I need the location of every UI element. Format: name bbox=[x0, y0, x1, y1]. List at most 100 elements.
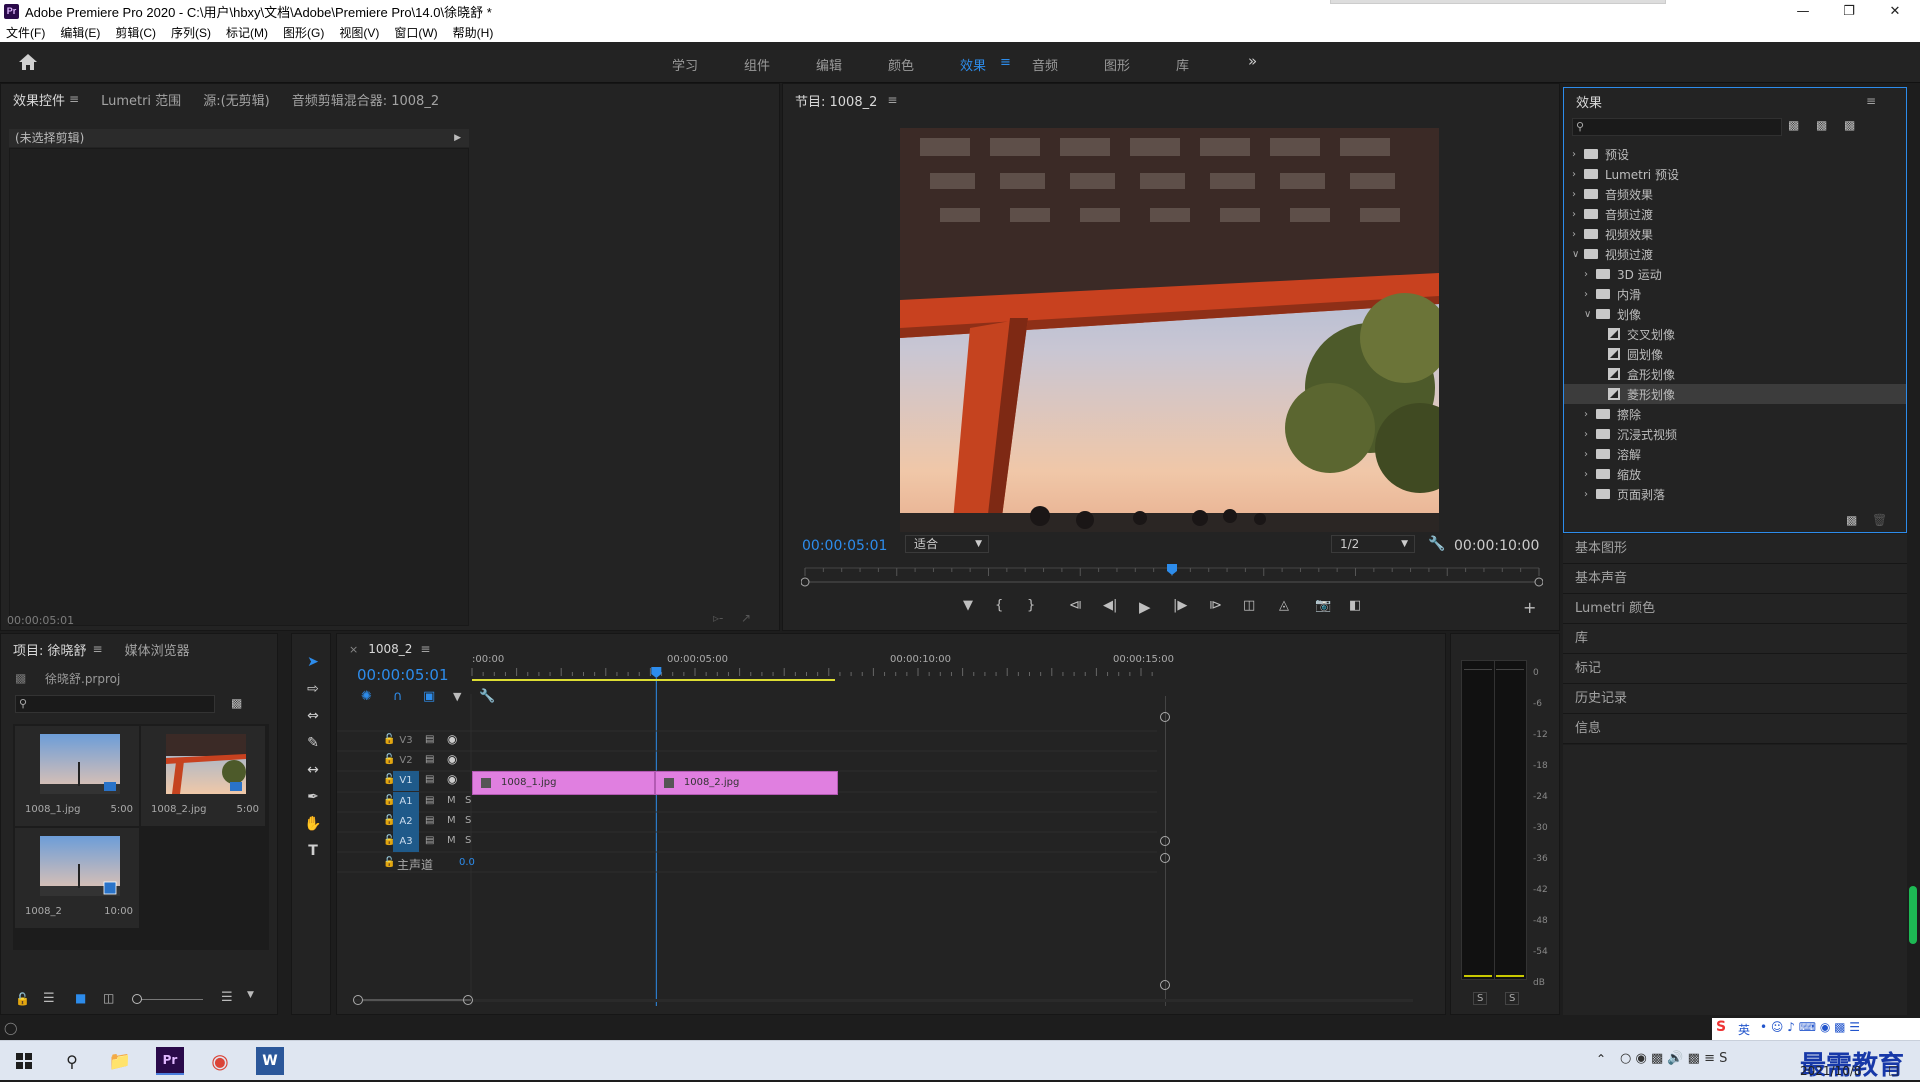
extract-icon[interactable]: ◬ bbox=[1279, 598, 1289, 613]
chevron-right-icon[interactable]: › bbox=[1572, 229, 1584, 240]
workspace-tab-effects[interactable]: 效果 bbox=[960, 55, 986, 74]
workspace-tab-audio[interactable]: 音频 bbox=[1032, 55, 1058, 74]
side-panel-markers[interactable]: 标记 bbox=[1563, 654, 1907, 684]
sync-lock-icon[interactable]: ▤ bbox=[425, 835, 434, 846]
menu-clip[interactable]: 剪辑(C) bbox=[115, 24, 156, 41]
effects-search-input[interactable]: ⚲ bbox=[1572, 118, 1782, 136]
play-icon[interactable]: ▶ bbox=[1139, 598, 1151, 616]
step-back-icon[interactable]: ◀| bbox=[1103, 598, 1117, 613]
menu-file[interactable]: 文件(F) bbox=[6, 24, 45, 41]
menu-graphics[interactable]: 图形(G) bbox=[283, 24, 324, 41]
menu-sequence[interactable]: 序列(S) bbox=[171, 24, 211, 41]
menu-markers[interactable]: 标记(M) bbox=[226, 24, 268, 41]
track-target-button[interactable]: V1 bbox=[393, 771, 419, 791]
effects-tree-item[interactable]: ∨ 视频过渡 bbox=[1564, 244, 1906, 264]
mark-out-icon[interactable]: } bbox=[1027, 598, 1035, 613]
solo-button[interactable]: S bbox=[465, 795, 471, 806]
eye-icon[interactable]: ◉ bbox=[447, 732, 457, 746]
tab-source[interactable]: 源:(无剪辑) bbox=[203, 90, 270, 109]
slip-tool-icon[interactable]: ↔ bbox=[303, 762, 323, 778]
side-panel-info[interactable]: 信息 bbox=[1563, 714, 1907, 744]
chevron-right-icon[interactable]: › bbox=[1584, 269, 1596, 280]
freeform-view-icon[interactable]: ◫ bbox=[103, 991, 114, 1005]
program-playhead-timecode[interactable]: 00:00:05:01 bbox=[802, 538, 887, 554]
pen-tool-icon[interactable]: ✒ bbox=[303, 789, 323, 805]
solo-button[interactable]: S bbox=[465, 815, 471, 826]
effects-tree-item[interactable]: › 页面剥落 bbox=[1564, 484, 1906, 504]
lock-icon[interactable]: 🔓 bbox=[15, 992, 30, 1006]
chevron-down-icon[interactable]: ∨ bbox=[1572, 249, 1584, 260]
tab-lumetri-scopes[interactable]: Lumetri 范围 bbox=[101, 90, 181, 109]
chevron-right-icon[interactable]: › bbox=[1572, 149, 1584, 160]
export-icon[interactable]: ↗ bbox=[741, 611, 751, 625]
zoom-slider[interactable] bbox=[132, 994, 203, 1004]
new-bin-icon[interactable]: ▩ bbox=[1846, 513, 1857, 527]
chevron-right-icon[interactable]: › bbox=[1584, 409, 1596, 420]
effects-tree-item[interactable]: › Lumetri 预设 bbox=[1564, 164, 1906, 184]
side-panel-history[interactable]: 历史记录 bbox=[1563, 684, 1907, 714]
go-to-out-icon[interactable]: ⧐ bbox=[1209, 598, 1222, 613]
horizontal-scroll-thumb[interactable] bbox=[353, 995, 473, 1005]
audio-scrub-icon[interactable]: ▹‑ bbox=[713, 611, 723, 625]
chevron-right-icon[interactable]: › bbox=[1584, 429, 1596, 440]
track-target-button[interactable]: V3 bbox=[393, 731, 419, 751]
ime-language[interactable]: 英 bbox=[1738, 1021, 1750, 1038]
effects-tree-item[interactable]: › 溶解 bbox=[1564, 444, 1906, 464]
vertical-scroll-handle[interactable] bbox=[1160, 853, 1170, 863]
list-view-icon[interactable]: ☰ bbox=[43, 991, 55, 1006]
effects-tree-item[interactable]: › 3D 运动 bbox=[1564, 264, 1906, 284]
panel-menu-icon[interactable]: ≡ bbox=[887, 93, 897, 107]
effects-tree-item[interactable]: 圆划像 bbox=[1564, 344, 1906, 364]
master-volume-value[interactable]: 0.0 bbox=[459, 857, 475, 868]
lift-icon[interactable]: ◫ bbox=[1243, 598, 1255, 613]
effects-tree-item[interactable]: › 视频效果 bbox=[1564, 224, 1906, 244]
sync-lock-icon[interactable]: ▤ bbox=[425, 795, 434, 806]
effects-tree-item[interactable]: 交叉划像 bbox=[1564, 324, 1906, 344]
side-panel-essential-sound[interactable]: 基本声音 bbox=[1563, 564, 1907, 594]
chevron-right-icon[interactable]: › bbox=[1584, 469, 1596, 480]
delete-icon[interactable]: 🗑 bbox=[1872, 513, 1887, 527]
project-search-input[interactable]: ⚲ bbox=[15, 695, 215, 713]
chrome-icon[interactable]: ◉ bbox=[206, 1047, 234, 1075]
tab-effect-controls[interactable]: 效果控件 bbox=[13, 90, 65, 109]
tray-icons[interactable]: ○ ◉ ▩ 🔊 ▩ ≡ S bbox=[1620, 1051, 1727, 1066]
workspace-tab-learn[interactable]: 学习 bbox=[672, 55, 698, 74]
side-panel-libraries[interactable]: 库 bbox=[1563, 624, 1907, 654]
mute-button[interactable]: M bbox=[447, 835, 456, 846]
sogou-logo-icon[interactable]: S bbox=[1716, 1019, 1726, 1035]
chevron-right-icon[interactable]: › bbox=[1584, 289, 1596, 300]
panel-menu-icon[interactable]: ≡ bbox=[69, 92, 79, 106]
chevron-down-icon[interactable]: ▼ bbox=[247, 990, 254, 1000]
windows-start-icon[interactable] bbox=[10, 1047, 38, 1075]
workspace-tab-editing[interactable]: 编辑 bbox=[816, 55, 842, 74]
effects-tree-item[interactable]: 菱形划像 bbox=[1564, 384, 1906, 404]
workspace-tab-libraries[interactable]: 库 bbox=[1176, 55, 1189, 74]
project-item-1008-1[interactable]: 1008_1.jpg 5:00 bbox=[15, 726, 139, 826]
track-select-tool-icon[interactable]: ⇨ bbox=[303, 681, 323, 697]
tab-project[interactable]: 项目: 徐晓舒 bbox=[13, 640, 87, 659]
close-icon[interactable]: ✕ bbox=[1872, 0, 1918, 22]
sync-lock-icon[interactable]: ▤ bbox=[425, 754, 434, 765]
menu-edit[interactable]: 编辑(E) bbox=[60, 24, 100, 41]
resolution-dropdown[interactable]: 1/2 ▼ bbox=[1331, 535, 1415, 553]
32bit-effects-icon[interactable]: ▩ bbox=[1816, 118, 1827, 132]
eye-icon[interactable]: ◉ bbox=[447, 772, 457, 786]
sort-icon[interactable]: ☰ bbox=[221, 990, 233, 1005]
menu-help[interactable]: 帮助(H) bbox=[453, 24, 494, 41]
effects-tree-item[interactable]: › 擦除 bbox=[1564, 404, 1906, 424]
program-time-ruler[interactable] bbox=[801, 560, 1543, 588]
chevron-right-icon[interactable]: › bbox=[1572, 189, 1584, 200]
timeline-clip[interactable]: 1008_2.jpg bbox=[654, 771, 838, 795]
timeline-area[interactable]: :00:00 00:00:05:00 00:00:10:00 00:00:15:00 bbox=[337, 634, 1445, 1014]
solo-button[interactable]: S bbox=[465, 835, 471, 846]
menu-view[interactable]: 视图(V) bbox=[339, 24, 379, 41]
add-marker-icon[interactable]: ▼ bbox=[963, 598, 973, 613]
workspace-menu-icon[interactable]: ≡ bbox=[1000, 55, 1011, 70]
solo-left-button[interactable]: S bbox=[1473, 992, 1488, 1005]
chevron-right-icon[interactable]: › bbox=[1572, 169, 1584, 180]
sync-lock-icon[interactable]: ▤ bbox=[425, 774, 434, 785]
track-target-button[interactable]: A2 bbox=[393, 812, 419, 832]
effects-tree-item[interactable]: › 预设 bbox=[1564, 144, 1906, 164]
show-hidden-icons[interactable]: ⌃ bbox=[1596, 1052, 1606, 1066]
effects-tree-item[interactable]: ∨ 划像 bbox=[1564, 304, 1906, 324]
